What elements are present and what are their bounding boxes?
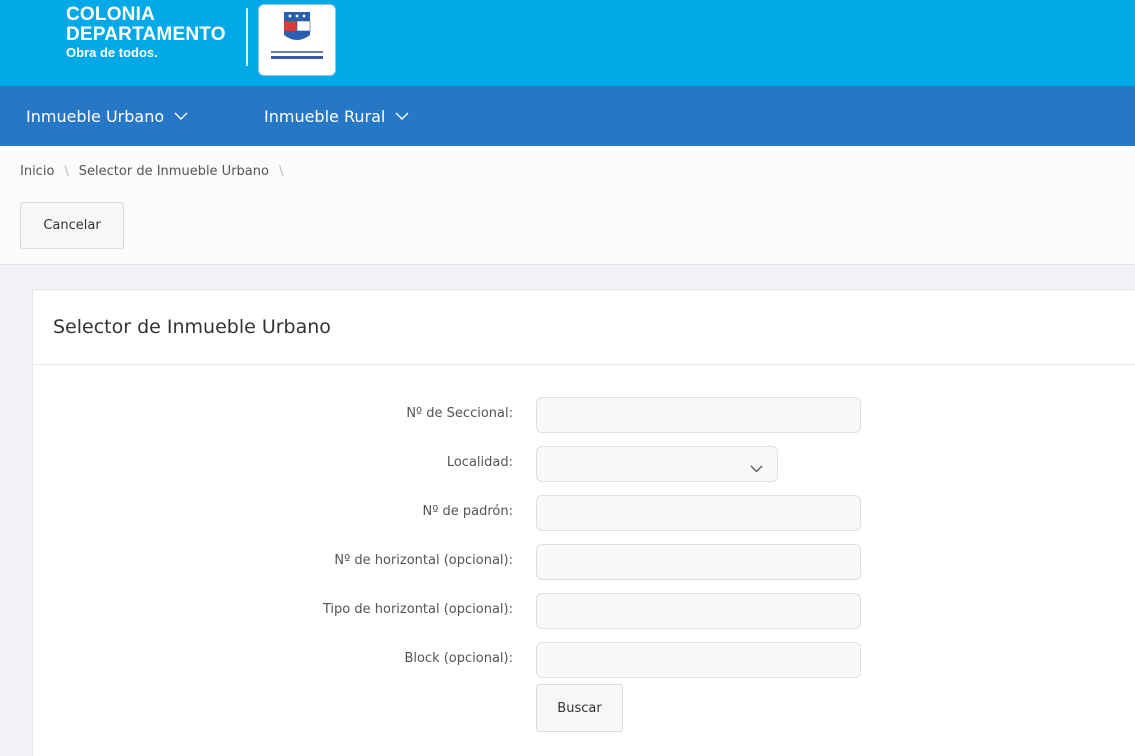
form-row-seccional: Nº de Seccional: — [33, 397, 1135, 433]
cancel-button[interactable]: Cancelar — [20, 202, 124, 249]
horizontal-label: Nº de horizontal (opcional): — [334, 553, 513, 568]
seccional-label: Nº de Seccional: — [406, 406, 513, 421]
padron-label: Nº de padrón: — [422, 504, 513, 519]
form-row-horizontal: Nº de horizontal (opcional): — [33, 544, 1135, 580]
form-row-localidad: Localidad: — [33, 446, 1135, 482]
selector-panel: Selector de Inmueble Urbano Nº de Seccio… — [32, 289, 1135, 756]
breadcrumb: Inicio \ Selector de Inmueble Urbano \ — [20, 164, 293, 179]
nav-item-inmueble-urbano[interactable]: Inmueble Urbano — [26, 86, 188, 146]
toolbar-area: Inicio \ Selector de Inmueble Urbano \ C… — [0, 146, 1135, 265]
brand-line-1: COLONIA — [66, 4, 156, 25]
brand-line-2: DEPARTAMENTO — [66, 24, 226, 45]
block-input[interactable] — [536, 642, 861, 678]
form-row-tipo-horizontal: Tipo de horizontal (opcional): — [33, 593, 1135, 629]
nav-item-inmueble-rural[interactable]: Inmueble Rural — [264, 86, 409, 146]
brand-tagline: Obra de todos. — [66, 45, 158, 60]
brand-wordmark[interactable]: COLONIA DEPARTAMENTO Obra de todos. — [66, 5, 226, 59]
panel-header: Selector de Inmueble Urbano — [33, 290, 1135, 365]
breadcrumb-item-inicio[interactable]: Inicio — [20, 164, 54, 179]
seccional-input[interactable] — [536, 397, 861, 433]
form-row-block: Block (opcional): — [33, 642, 1135, 678]
search-button[interactable]: Buscar — [536, 684, 623, 732]
breadcrumb-item-current[interactable]: Selector de Inmueble Urbano — [79, 164, 269, 179]
intendencia-colonia-logo-icon[interactable] — [258, 4, 336, 76]
chevron-down-icon — [750, 458, 763, 477]
site-header: COLONIA DEPARTAMENTO Obra de todos. — [0, 0, 1135, 86]
brand-divider — [246, 8, 248, 66]
breadcrumb-separator: \ — [278, 164, 284, 179]
tipo-horizontal-input[interactable] — [536, 593, 861, 629]
form-row-padron: Nº de padrón: — [33, 495, 1135, 531]
chevron-down-icon — [395, 112, 409, 121]
nav-item-label: Inmueble Rural — [264, 106, 386, 126]
tipo-horizontal-label: Tipo de horizontal (opcional): — [322, 602, 513, 617]
panel-title: Selector de Inmueble Urbano — [53, 316, 331, 338]
localidad-select[interactable] — [536, 446, 778, 482]
main-nav: Inmueble Urbano Inmueble Rural — [0, 86, 1135, 146]
content-area: Selector de Inmueble Urbano Nº de Seccio… — [0, 265, 1135, 756]
breadcrumb-separator: \ — [64, 164, 69, 179]
chevron-down-icon — [174, 112, 188, 121]
horizontal-input[interactable] — [536, 544, 861, 580]
nav-item-label: Inmueble Urbano — [26, 106, 165, 126]
padron-input[interactable] — [536, 495, 861, 531]
block-label: Block (opcional): — [404, 651, 513, 666]
localidad-label: Localidad: — [446, 455, 513, 470]
